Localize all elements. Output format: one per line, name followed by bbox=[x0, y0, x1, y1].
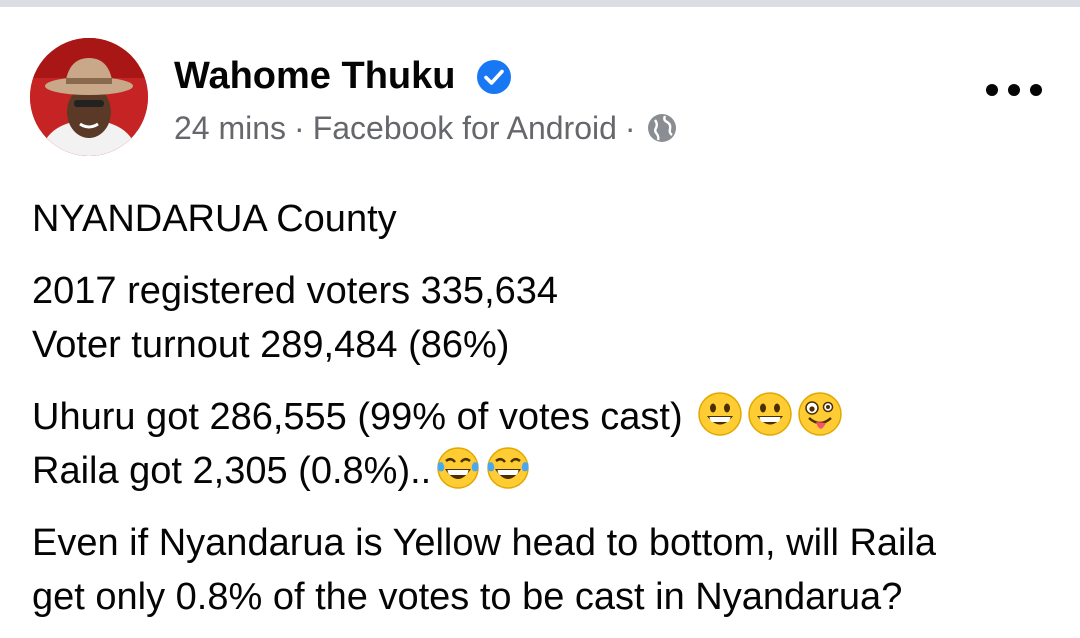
post-line: get only 0.8% of the votes to be cast in… bbox=[32, 576, 903, 618]
timestamp[interactable]: 24 mins bbox=[174, 108, 286, 148]
zany-face-emoji bbox=[798, 392, 842, 436]
post-body: NYANDARUA County 2017 registered voters … bbox=[32, 192, 1062, 624]
post-line: Uhuru got 286,555 (99% of votes cast) bbox=[32, 396, 683, 438]
avatar[interactable] bbox=[30, 38, 148, 156]
post-line: 2017 registered voters 335,634 bbox=[32, 270, 559, 312]
avatar-photo bbox=[30, 38, 148, 156]
more-options-icon bbox=[1008, 84, 1020, 96]
author-name[interactable]: Wahome Thuku bbox=[174, 52, 455, 100]
grinning-face-emoji bbox=[698, 392, 742, 436]
more-options-button[interactable] bbox=[986, 72, 1042, 108]
more-options-icon bbox=[1030, 84, 1042, 96]
post-line: Voter turnout 289,484 (86%) bbox=[32, 324, 510, 366]
meta-separator: · bbox=[294, 110, 305, 146]
post-line: Raila got 2,305 (0.8%).. bbox=[32, 450, 432, 492]
post-line: Even if Nyandarua is Yellow head to bott… bbox=[32, 522, 937, 564]
post-source: Facebook for Android bbox=[312, 110, 617, 146]
more-options-icon bbox=[986, 84, 998, 96]
post-meta: 24 mins · Facebook for Android · bbox=[174, 108, 678, 148]
post-line-with-emoji: Uhuru got 286,555 (99% of votes cast) bbox=[32, 390, 1062, 444]
tears-of-joy-emoji bbox=[487, 447, 529, 489]
post-line: NYANDARUA County bbox=[32, 198, 397, 240]
grinning-face-emoji bbox=[748, 392, 792, 436]
top-divider bbox=[0, 0, 1080, 7]
tears-of-joy-emoji bbox=[437, 447, 479, 489]
meta-separator: · bbox=[624, 110, 636, 146]
post-line-with-emoji: Raila got 2,305 (0.8%).. bbox=[32, 444, 1062, 498]
globe-icon[interactable] bbox=[646, 112, 678, 144]
verified-badge-icon bbox=[477, 60, 511, 94]
